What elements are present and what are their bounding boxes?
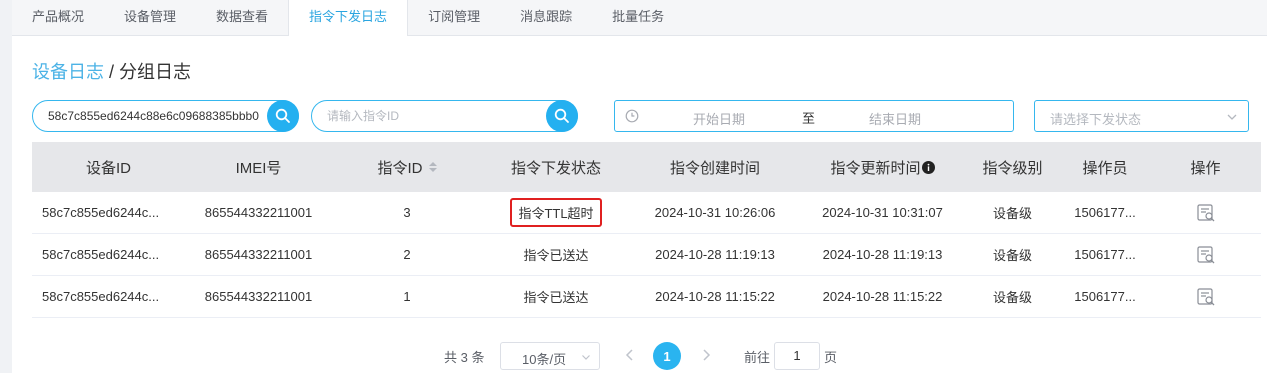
cell-actions — [1150, 234, 1261, 275]
tab-data-view[interactable]: 数据查看 — [196, 0, 288, 36]
tab-message-trace[interactable]: 消息跟踪 — [500, 0, 592, 36]
header-imei: IMEI号 — [235, 159, 282, 177]
clock-icon — [625, 109, 639, 123]
cell-created: 2024-10-28 11:19:13 — [655, 247, 775, 262]
table-row: 58c7c855ed6244c... 865544332211001 1 指令已… — [32, 276, 1261, 318]
content-card: 设备日志 / 分组日志 开始日期 至 结束日期 请选择下发状态 设备ID IME… — [12, 36, 1267, 373]
cell-created: 2024-10-28 11:15:22 — [655, 289, 775, 304]
table-row: 58c7c855ed6244c... 865544332211001 3 指令T… — [32, 192, 1261, 234]
device-id-input[interactable] — [33, 101, 263, 131]
cell-device-id: 58c7c855ed6244c... — [42, 205, 160, 220]
date-range-picker[interactable]: 开始日期 至 结束日期 — [614, 100, 1014, 132]
page-button-current[interactable]: 1 — [653, 342, 681, 370]
date-range-separator: 至 — [802, 111, 816, 126]
cell-level: 设备级 — [992, 206, 1032, 221]
header-updated-time: 指令更新时间 — [800, 142, 965, 192]
status-select-placeholder: 请选择下发状态 — [1050, 112, 1142, 127]
cell-imei: 865544332211001 — [204, 289, 313, 304]
breadcrumb-device-log-link[interactable]: 设备日志 — [32, 62, 104, 82]
cell-updated: 2024-10-28 11:19:13 — [822, 247, 943, 262]
view-log-icon[interactable] — [1196, 203, 1216, 223]
cell-command-id: 3 — [403, 205, 411, 220]
goto-label: 前往 — [744, 350, 771, 365]
cell-level: 设备级 — [992, 290, 1032, 305]
tab-product-overview[interactable]: 产品概况 — [12, 0, 104, 36]
device-search-box — [32, 100, 299, 132]
breadcrumb-current: 分组日志 — [119, 62, 192, 82]
cell-updated: 2024-10-31 10:31:07 — [822, 205, 943, 220]
goto-page-input[interactable]: 1 — [774, 342, 820, 370]
cell-actions — [1150, 192, 1261, 233]
command-search-box — [311, 100, 578, 132]
cell-operator: 1506177... — [1074, 205, 1136, 220]
breadcrumb: 设备日志 / 分组日志 — [32, 58, 191, 84]
command-id-input[interactable] — [312, 101, 542, 131]
header-status: 指令下发状态 — [510, 159, 601, 177]
cell-status: 指令已送达 — [523, 290, 589, 305]
breadcrumb-separator: / — [104, 62, 120, 82]
tab-device-management[interactable]: 设备管理 — [104, 0, 196, 36]
goto-suffix: 页 — [824, 350, 838, 365]
cell-updated: 2024-10-28 11:15:22 — [822, 289, 943, 304]
tab-subscription[interactable]: 订阅管理 — [408, 0, 500, 36]
info-icon[interactable] — [921, 160, 935, 174]
search-icon — [554, 108, 569, 123]
cell-command-id: 2 — [403, 247, 411, 262]
tab-batch-task[interactable]: 批量任务 — [592, 0, 684, 36]
view-log-icon[interactable] — [1196, 287, 1216, 307]
chevron-down-icon — [1227, 114, 1237, 120]
end-date-field[interactable]: 结束日期 — [869, 109, 921, 128]
status-ttl-timeout: 指令TTL超时 — [510, 198, 602, 227]
header-actions: 操作 — [1190, 159, 1221, 177]
status-select[interactable]: 请选择下发状态 — [1034, 100, 1249, 132]
device-search-button[interactable] — [267, 100, 299, 132]
chevron-down-icon — [582, 355, 590, 360]
header-updated-time-label: 指令更新时间 — [830, 159, 921, 177]
cell-imei: 865544332211001 — [204, 205, 313, 220]
cell-command-id: 1 — [403, 289, 411, 304]
header-command-id[interactable]: 指令ID — [332, 142, 482, 192]
cell-imei: 865544332211001 — [204, 247, 313, 262]
table-row: 58c7c855ed6244c... 865544332211001 2 指令已… — [32, 234, 1261, 276]
cell-device-id: 58c7c855ed6244c... — [42, 247, 160, 262]
cell-status: 指令TTL超时 — [482, 192, 630, 233]
cell-device-id: 58c7c855ed6244c... — [42, 289, 160, 304]
command-log-table: 设备ID IMEI号 指令ID 指令下发状态 指令创建时间 指令更新时间 指令级… — [32, 142, 1261, 318]
start-date-field[interactable]: 开始日期 — [693, 109, 745, 128]
cell-actions — [1150, 276, 1261, 317]
header-level: 指令级别 — [982, 159, 1043, 177]
tab-command-log[interactable]: 指令下发日志 — [288, 0, 409, 37]
header-created-time: 指令创建时间 — [669, 159, 760, 177]
cell-created: 2024-10-31 10:26:06 — [654, 205, 776, 220]
header-device-id: 设备ID — [85, 159, 131, 177]
search-icon — [275, 108, 290, 123]
tab-bar: 产品概况 设备管理 数据查看 指令下发日志 订阅管理 消息跟踪 批量任务 — [12, 0, 1267, 37]
cell-level: 设备级 — [992, 248, 1032, 263]
table-header: 设备ID IMEI号 指令ID 指令下发状态 指令创建时间 指令更新时间 指令级… — [32, 142, 1261, 192]
cell-status: 指令已送达 — [523, 248, 589, 263]
view-log-icon[interactable] — [1196, 245, 1216, 265]
pagination-total: 共 3 条 — [444, 350, 485, 365]
chevron-left-icon[interactable] — [624, 348, 636, 362]
pagination: 共 3 条 10条/页 1 前往 1 页 — [12, 342, 1267, 370]
page-size-select[interactable]: 10条/页 — [500, 342, 600, 370]
cell-operator: 1506177... — [1074, 247, 1136, 262]
header-command-id-label: 指令ID — [377, 159, 423, 177]
chevron-right-icon[interactable] — [700, 348, 712, 362]
sort-icon[interactable] — [428, 162, 437, 172]
command-search-button[interactable] — [546, 100, 578, 132]
cell-operator: 1506177... — [1074, 289, 1136, 304]
header-operator: 操作员 — [1082, 159, 1128, 177]
page-size-value: 10条/页 — [522, 352, 567, 367]
